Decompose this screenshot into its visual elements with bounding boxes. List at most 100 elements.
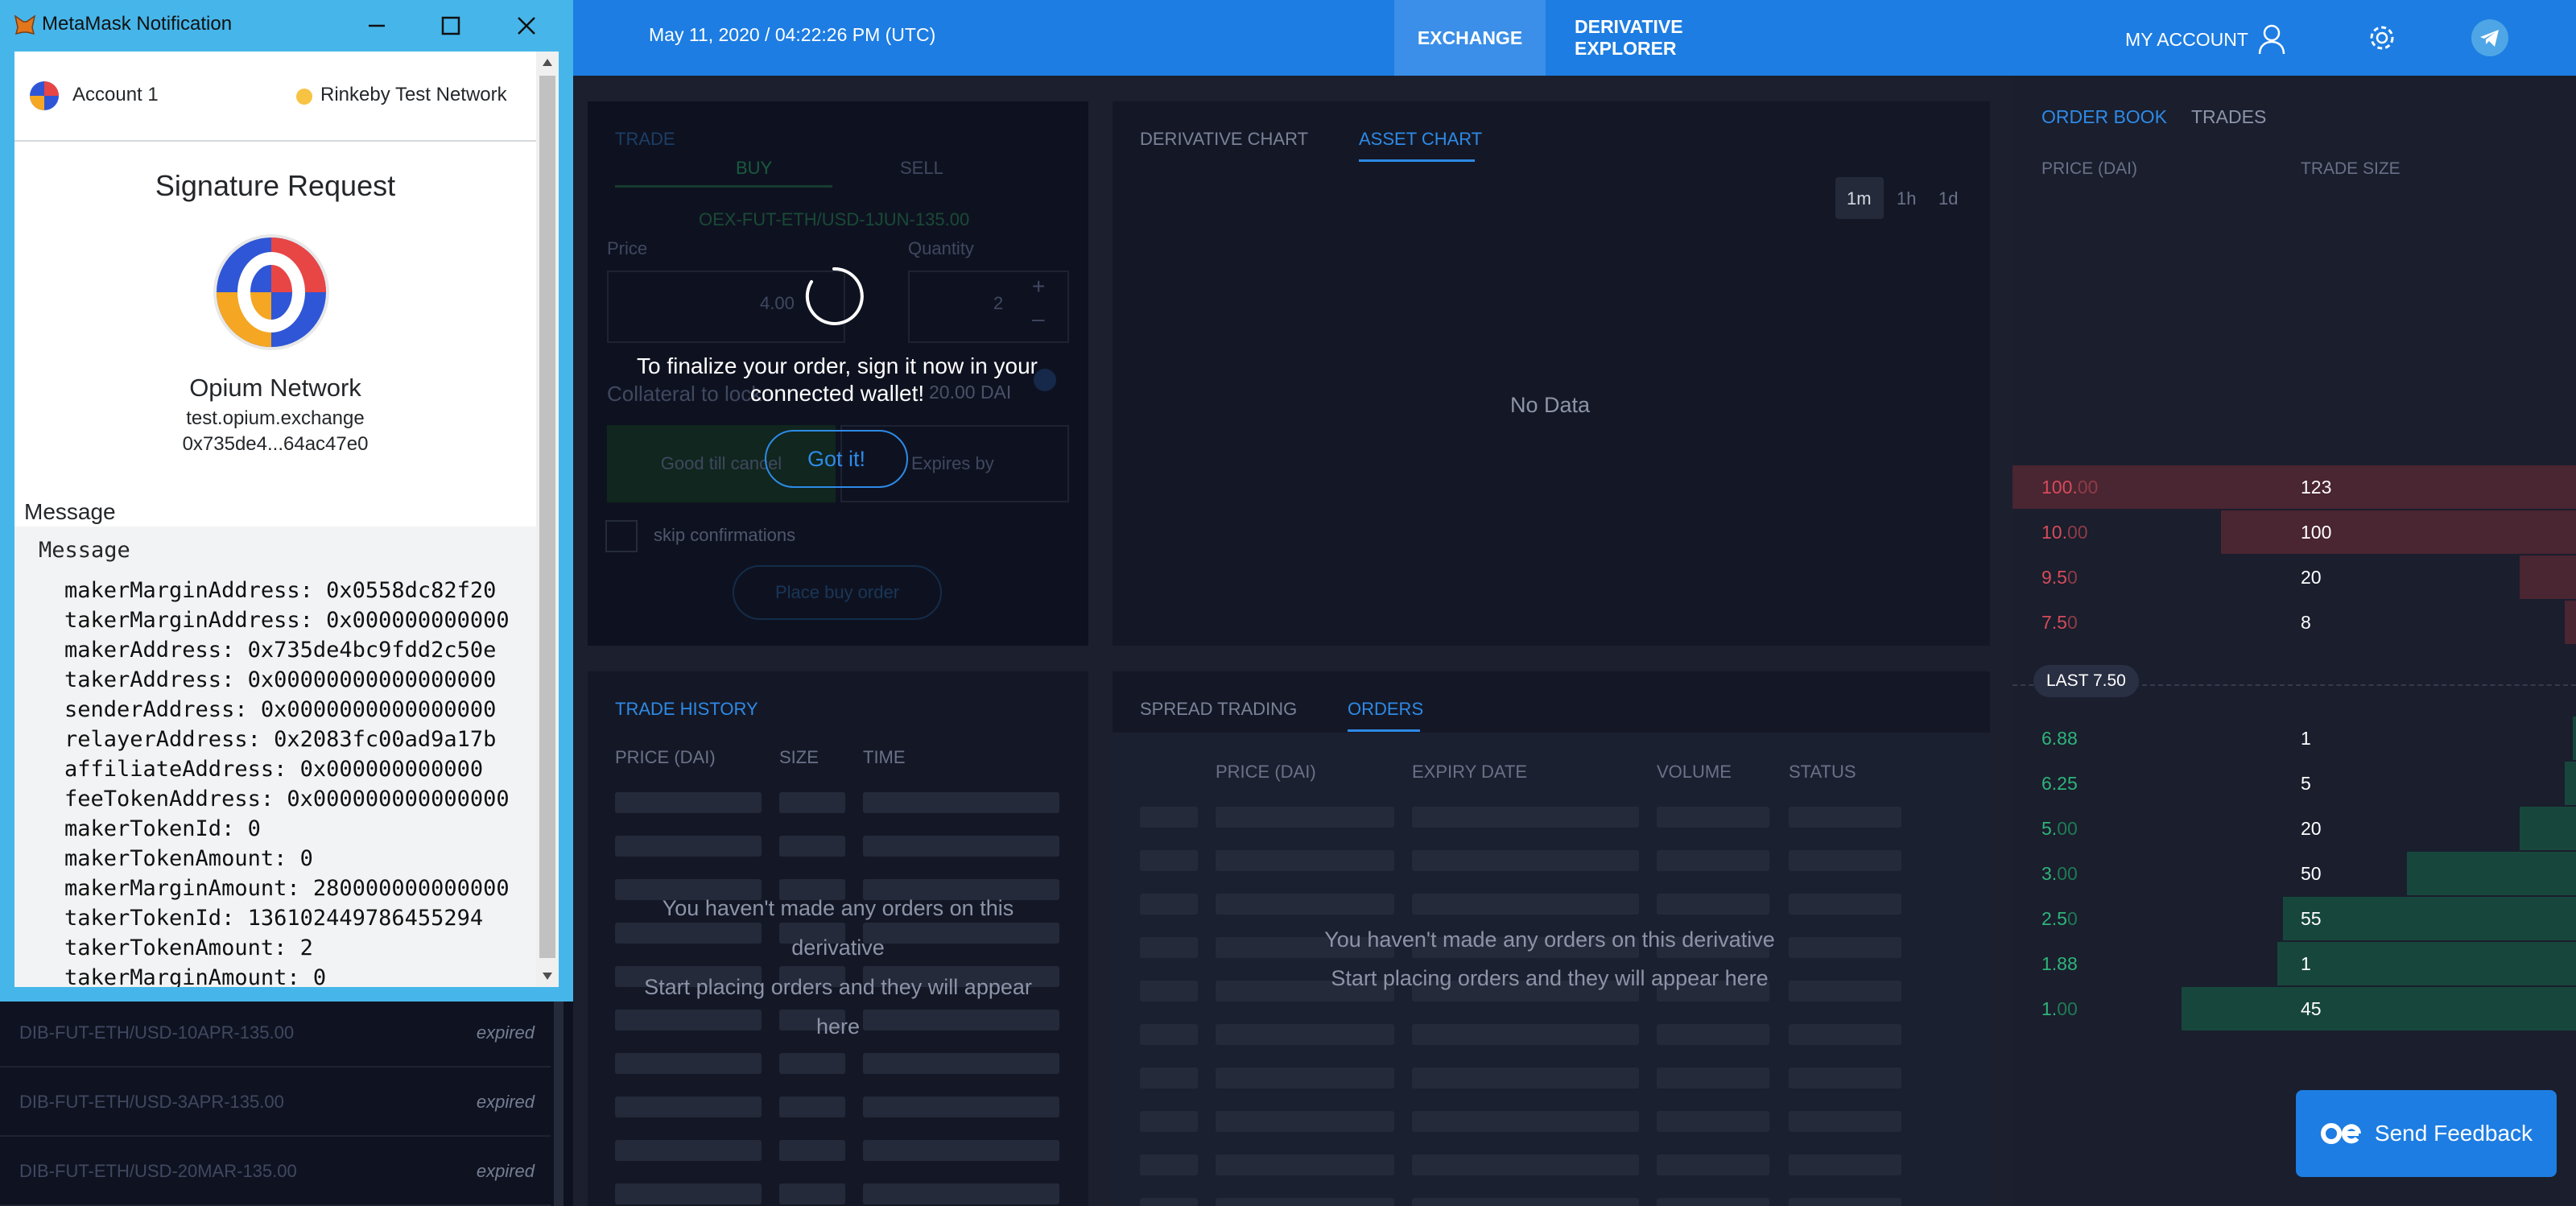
account-avatar-icon[interactable] bbox=[29, 81, 60, 111]
ask-row[interactable]: 10.00 100 bbox=[2013, 510, 2576, 554]
good-till-cancel-label: Good till cancel bbox=[660, 453, 782, 473]
skeleton-cell bbox=[1789, 1154, 1901, 1175]
network-status-dot bbox=[296, 89, 312, 105]
bid-row[interactable]: 5.00 20 bbox=[2013, 807, 2576, 850]
depth-bar bbox=[2520, 807, 2576, 850]
skeleton-cell bbox=[1412, 1198, 1639, 1206]
skeleton-cell bbox=[1412, 807, 1639, 828]
bid-row[interactable]: 6.88 1 bbox=[2013, 717, 2576, 760]
skeleton-cell bbox=[1412, 1024, 1639, 1045]
depth-bar bbox=[2277, 942, 2576, 985]
ob-price-main: 5. bbox=[2041, 818, 2058, 839]
my-account-link[interactable]: MY ACCOUNT bbox=[2125, 24, 2285, 55]
close-icon[interactable] bbox=[517, 16, 536, 35]
price-label: Price bbox=[607, 238, 648, 258]
last-price-badge: LAST 7.50 bbox=[2033, 665, 2139, 697]
orders-col-volume: VOLUME bbox=[1657, 762, 1732, 782]
skeleton-cell bbox=[1140, 1024, 1198, 1045]
ob-size: 8 bbox=[2301, 612, 2311, 633]
metamask-body: Account 1 Rinkeby Test Network Signature… bbox=[14, 52, 559, 987]
ob-price-tail: 00 bbox=[2066, 522, 2088, 543]
skeleton-cell bbox=[615, 792, 762, 813]
telegram-icon bbox=[2471, 19, 2508, 56]
ob-col-size: TRADE SIZE bbox=[2301, 159, 2401, 178]
message-label: Message bbox=[24, 499, 116, 524]
skeleton-cell bbox=[1657, 807, 1769, 828]
minimize-icon[interactable] bbox=[367, 16, 386, 35]
buy-tab[interactable]: BUY bbox=[736, 158, 772, 179]
ob-price-main: 1.88 bbox=[2041, 953, 2078, 974]
ob-price-main: 9.5 bbox=[2041, 567, 2067, 588]
list-item[interactable]: DIB-FUT-ETH/USD-20MAR-135.00 expired bbox=[0, 1137, 551, 1206]
signing-overlay-message: To finalize your order, sign it now in y… bbox=[636, 353, 1038, 406]
list-item[interactable]: DIB-FUT-ETH/USD-3APR-135.00 expired bbox=[0, 1068, 551, 1137]
skeleton-cell bbox=[1412, 1111, 1639, 1132]
depth-bar bbox=[2221, 510, 2576, 554]
site-url: test.opium.exchange bbox=[186, 407, 365, 429]
place-order-button[interactable]: Place buy order bbox=[733, 565, 942, 620]
tab-spread-trading[interactable]: SPREAD TRADING bbox=[1140, 699, 1297, 720]
bid-row[interactable]: 2.50 55 bbox=[2013, 897, 2576, 940]
ob-size: 20 bbox=[2301, 567, 2322, 588]
skeleton-cell bbox=[1789, 850, 1901, 871]
skeleton-cell bbox=[779, 1140, 845, 1161]
nav-derivative-explorer[interactable]: DERIVATIVE EXPLORER bbox=[1562, 0, 1779, 76]
ob-price: 6.25 bbox=[2041, 773, 2078, 795]
ask-row[interactable]: 9.50 20 bbox=[2013, 556, 2576, 599]
bid-row[interactable]: 1.88 1 bbox=[2013, 942, 2576, 985]
message-line: takerAddress: 0x00000000000000000 bbox=[64, 667, 497, 692]
skeleton-cell bbox=[1789, 1111, 1901, 1132]
skeleton-cell bbox=[1216, 894, 1394, 915]
skeleton-cell bbox=[1140, 937, 1198, 958]
ask-row[interactable]: 7.50 8 bbox=[2013, 601, 2576, 644]
sell-tab[interactable]: SELL bbox=[900, 158, 943, 179]
metamask-scroll-thumb[interactable] bbox=[539, 76, 555, 958]
list-item-status: expired bbox=[476, 1022, 535, 1043]
metamask-window-title: MetaMask Notification bbox=[42, 13, 233, 35]
skeleton-cell bbox=[1216, 1198, 1394, 1206]
bid-row[interactable]: 1.00 45 bbox=[2013, 987, 2576, 1030]
got-it-button[interactable]: Got it! bbox=[765, 430, 908, 488]
ob-price-main: 7.5 bbox=[2041, 612, 2067, 633]
ob-size: 1 bbox=[2301, 728, 2311, 749]
skeleton-cell bbox=[1140, 1111, 1198, 1132]
settings-button[interactable] bbox=[2363, 19, 2401, 56]
nav-exchange[interactable]: EXCHANGE bbox=[1394, 0, 1546, 76]
range-1h-button[interactable]: 1h bbox=[1897, 188, 1916, 209]
range-1d-button[interactable]: 1d bbox=[1938, 188, 1958, 209]
ob-price-main: 100. bbox=[2041, 477, 2078, 498]
site-address: 0x735de4...64ac47e0 bbox=[182, 433, 369, 455]
tab-asset-chart[interactable]: ASSET CHART bbox=[1359, 129, 1482, 150]
message-line: relayerAddress: 0x2083fc00ad9a17b bbox=[64, 727, 497, 752]
send-feedback-button[interactable]: Send Feedback bbox=[2296, 1090, 2557, 1177]
signature-request-heading: Signature Request bbox=[155, 169, 396, 202]
skeleton-cell bbox=[863, 1140, 1059, 1161]
bid-row[interactable]: 3.00 50 bbox=[2013, 852, 2576, 895]
quantity-decrement-icon[interactable]: – bbox=[1032, 306, 1045, 332]
list-item[interactable]: DIB-FUT-ETH/USD-10APR-135.00 expired bbox=[0, 998, 551, 1068]
ask-row[interactable]: 100.00 123 bbox=[2013, 465, 2576, 509]
skeleton-cell bbox=[779, 792, 845, 813]
scroll-up-icon[interactable] bbox=[541, 56, 554, 68]
maximize-icon[interactable] bbox=[441, 16, 460, 35]
metamask-account-header: Account 1 Rinkeby Test Network bbox=[14, 52, 536, 142]
ob-price-main: 3. bbox=[2041, 863, 2058, 884]
tab-orders[interactable]: ORDERS bbox=[1348, 699, 1423, 720]
list-scrollbar[interactable] bbox=[554, 998, 564, 1206]
trade-ticker: OEX-FUT-ETH/USD-1JUN-135.00 bbox=[699, 209, 970, 229]
skeleton-cell bbox=[1789, 1024, 1901, 1045]
tab-order-book[interactable]: ORDER BOOK bbox=[2041, 106, 2167, 128]
skeleton-cell bbox=[1216, 807, 1394, 828]
skeleton-cell bbox=[1412, 850, 1639, 871]
bid-row[interactable]: 6.25 5 bbox=[2013, 762, 2576, 805]
telegram-button[interactable] bbox=[2471, 19, 2508, 56]
tab-trades[interactable]: TRADES bbox=[2191, 106, 2266, 128]
tab-derivative-chart[interactable]: DERIVATIVE CHART bbox=[1140, 129, 1308, 150]
place-order-label: Place buy order bbox=[774, 582, 900, 602]
scroll-down-icon[interactable] bbox=[541, 971, 554, 982]
metamask-window: MetaMask Notification Account 1 Rinkeby … bbox=[0, 0, 573, 1002]
ob-price-tail: 0 bbox=[2066, 908, 2078, 929]
quantity-increment-icon[interactable]: + bbox=[1032, 274, 1045, 299]
skeleton-cell bbox=[1412, 1154, 1639, 1175]
skip-confirmations-checkbox[interactable] bbox=[605, 520, 638, 552]
